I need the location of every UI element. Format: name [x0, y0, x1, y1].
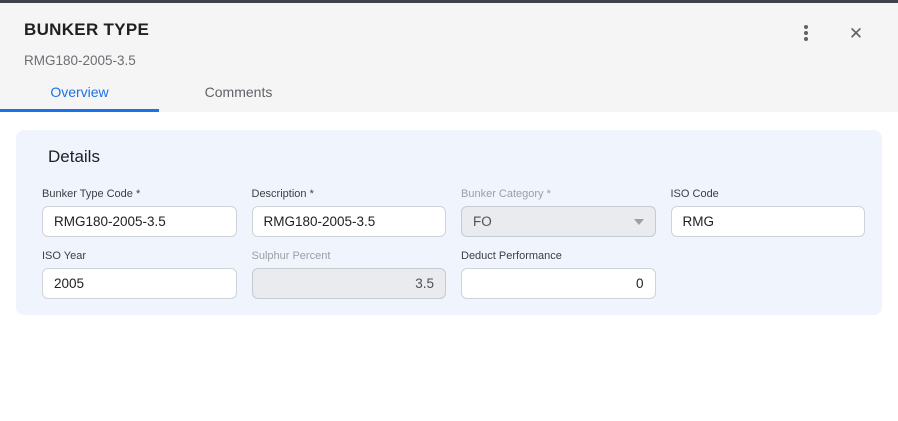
dialog-header: BUNKER TYPE ✕ RMG180-2005-3.5 Overview C… [0, 3, 898, 112]
field-iso-code: ISO Code [671, 188, 866, 237]
iso-code-label: ISO Code [671, 188, 866, 201]
sulphur-percent-input [252, 268, 447, 299]
deduct-performance-label: Deduct Performance [461, 250, 656, 263]
close-button[interactable]: ✕ [844, 21, 868, 45]
dialog-subtitle: RMG180-2005-3.5 [0, 45, 898, 69]
details-panel: Details Bunker Type Code * Description *… [16, 130, 882, 315]
field-sulphur-percent: Sulphur Percent [252, 250, 447, 299]
iso-year-label: ISO Year [42, 250, 237, 263]
details-heading: Details [48, 147, 865, 167]
field-bunker-type-code: Bunker Type Code * [42, 188, 237, 237]
tab-overview[interactable]: Overview [0, 75, 159, 112]
field-iso-year: ISO Year [42, 250, 237, 299]
bunker-type-code-label: Bunker Type Code * [42, 188, 237, 201]
description-label: Description * [252, 188, 447, 201]
dialog-body: Details Bunker Type Code * Description *… [0, 112, 898, 315]
iso-code-input[interactable] [671, 206, 866, 237]
tab-bar: Overview Comments [0, 75, 318, 112]
close-icon: ✕ [849, 25, 863, 42]
sulphur-percent-label: Sulphur Percent [252, 250, 447, 263]
header-actions: ✕ [794, 21, 868, 45]
bunker-category-select: FO [461, 206, 656, 237]
bunker-category-value: FO [473, 214, 492, 229]
chevron-down-icon [634, 219, 644, 225]
kebab-menu-button[interactable] [794, 21, 818, 45]
field-bunker-category: Bunker Category * FO [461, 188, 656, 237]
details-form: Bunker Type Code * Description * Bunker … [26, 188, 865, 299]
page-title: BUNKER TYPE [24, 19, 149, 40]
tab-comments[interactable]: Comments [159, 75, 318, 112]
field-deduct-performance: Deduct Performance [461, 250, 656, 299]
iso-year-input[interactable] [42, 268, 237, 299]
field-description: Description * [252, 188, 447, 237]
bunker-category-label: Bunker Category * [461, 188, 656, 201]
description-input[interactable] [252, 206, 447, 237]
kebab-vertical-icon [804, 31, 808, 35]
deduct-performance-input[interactable] [461, 268, 656, 299]
bunker-type-code-input[interactable] [42, 206, 237, 237]
